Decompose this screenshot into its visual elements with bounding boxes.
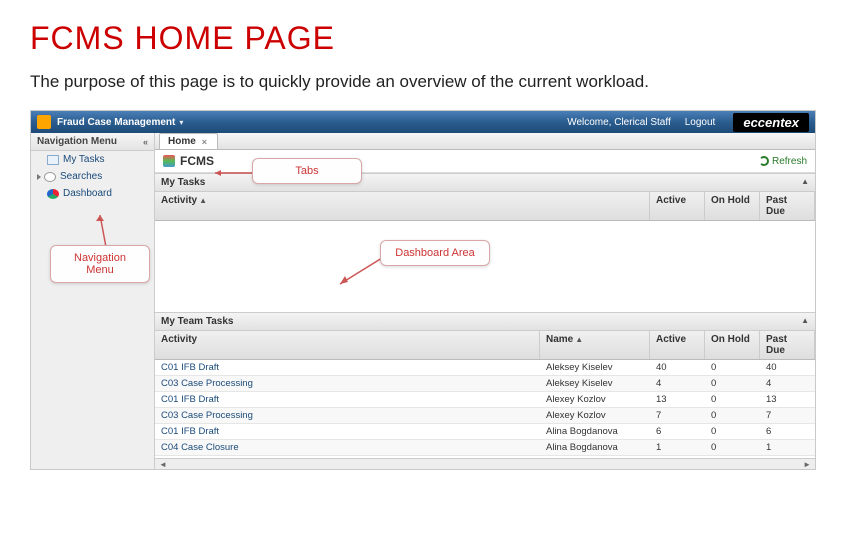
cell-pastdue: 1 — [760, 440, 815, 455]
table-row[interactable]: C03 Case ProcessingAleksey Kiselev404 — [155, 376, 815, 392]
cell-onhold: 0 — [705, 392, 760, 407]
sidebar-item-label: My Tasks — [63, 154, 105, 165]
cell-name: Aleksey Kiselev — [540, 360, 650, 375]
callout-navigation-menu: Navigation Menu — [50, 245, 150, 283]
cell-active: 13 — [650, 392, 705, 407]
col-onhold[interactable]: On Hold — [705, 192, 760, 220]
collapse-panel-icon[interactable]: ▲ — [801, 177, 809, 186]
cell-onhold: 0 — [705, 424, 760, 439]
cell-onhold: 0 — [705, 360, 760, 375]
cell-pastdue: 40 — [760, 360, 815, 375]
teamtasks-panel-header: My Team Tasks ▲ — [155, 312, 815, 331]
cell-activity: C01 IFB Draft — [155, 392, 540, 407]
expand-icon — [37, 174, 41, 180]
sort-asc-icon: ▲ — [575, 335, 583, 344]
sidebar-item-dashboard[interactable]: Dashboard — [31, 185, 154, 202]
col-activity[interactable]: Activity▲ — [155, 192, 650, 220]
cell-active: 6 — [650, 424, 705, 439]
col-label: Name — [546, 334, 573, 345]
cell-activity: C01 IFB Draft — [155, 424, 540, 439]
sidebar-header: Navigation Menu « — [31, 133, 154, 151]
refresh-label: Refresh — [772, 156, 807, 167]
sidebar-item-label: Searches — [60, 171, 102, 182]
cell-active: 1 — [650, 440, 705, 455]
sidebar: Navigation Menu « My Tasks Searches Dash… — [31, 133, 155, 469]
mytasks-grid-header: Activity▲ Active On Hold Past Due — [155, 192, 815, 221]
mytasks-grid-body — [155, 221, 815, 312]
document-title: FCMS HOME PAGE — [30, 20, 816, 57]
cell-pastdue: 7 — [760, 408, 815, 423]
cell-onhold: 0 — [705, 408, 760, 423]
col-activity[interactable]: Activity — [155, 331, 540, 359]
cell-name: Alina Bogdanova — [540, 440, 650, 455]
tab-home[interactable]: Home × — [159, 133, 218, 149]
app-window: Fraud Case Management ▾ Welcome, Clerica… — [30, 110, 816, 470]
callout-tabs: Tabs — [252, 158, 362, 184]
col-pastdue[interactable]: Past Due — [760, 331, 815, 359]
cell-onhold: 0 — [705, 440, 760, 455]
col-pastdue[interactable]: Past Due — [760, 192, 815, 220]
collapse-panel-icon[interactable]: ▲ — [801, 316, 809, 325]
col-active[interactable]: Active — [650, 331, 705, 359]
main-area: Home × FCMS Refresh My Tasks ▲ — [155, 133, 815, 469]
close-icon[interactable]: × — [202, 137, 207, 147]
top-bar: Fraud Case Management ▾ Welcome, Clerica… — [31, 111, 815, 133]
sidebar-item-label: Dashboard — [63, 188, 112, 199]
cell-active: 4 — [650, 376, 705, 391]
teamtasks-title: My Team Tasks — [161, 316, 233, 327]
page-title: FCMS — [180, 154, 214, 168]
cell-activity: C03 Case Processing — [155, 376, 540, 391]
chevron-down-icon[interactable]: ▾ — [179, 118, 183, 127]
cell-name: Aleksey Kiselev — [540, 376, 650, 391]
refresh-icon — [759, 156, 769, 166]
dashboard-icon — [47, 189, 59, 199]
table-row[interactable]: C04 Case ClosureAlina Bogdanova101 — [155, 440, 815, 456]
chart-icon — [163, 155, 175, 167]
sidebar-title: Navigation Menu — [37, 136, 117, 147]
cell-pastdue: 6 — [760, 424, 815, 439]
mytasks-title: My Tasks — [161, 177, 205, 188]
table-row[interactable]: C01 IFB DraftAlina Bogdanova606 — [155, 424, 815, 440]
cell-onhold: 0 — [705, 376, 760, 391]
cell-name: Alexey Kozlov — [540, 392, 650, 407]
logout-link[interactable]: Logout — [685, 117, 716, 128]
horizontal-scrollbar[interactable]: ◄► — [155, 458, 815, 469]
cell-active: 7 — [650, 408, 705, 423]
app-name: Fraud Case Management — [57, 117, 175, 128]
col-active[interactable]: Active — [650, 192, 705, 220]
cell-name: Alexey Kozlov — [540, 408, 650, 423]
col-onhold[interactable]: On Hold — [705, 331, 760, 359]
tab-bar: Home × — [155, 133, 815, 150]
welcome-text: Welcome, Clerical Staff — [567, 117, 671, 128]
refresh-button[interactable]: Refresh — [759, 156, 807, 167]
callout-dashboard-area: Dashboard Area — [380, 240, 490, 266]
col-label: Activity — [161, 195, 197, 206]
cell-pastdue: 13 — [760, 392, 815, 407]
cell-activity: C04 Case Closure — [155, 440, 540, 455]
cell-pastdue: 4 — [760, 376, 815, 391]
cell-activity: C03 Case Processing — [155, 408, 540, 423]
tab-label: Home — [168, 136, 196, 147]
teamtasks-grid-header: Activity Name▲ Active On Hold Past Due — [155, 331, 815, 360]
sidebar-item-my-tasks[interactable]: My Tasks — [31, 151, 154, 168]
tasks-icon — [47, 155, 59, 165]
home-icon[interactable] — [37, 115, 51, 129]
table-row[interactable]: C01 IFB DraftAleksey Kiselev40040 — [155, 360, 815, 376]
document-description: The purpose of this page is to quickly p… — [30, 72, 816, 92]
cell-active: 40 — [650, 360, 705, 375]
cell-activity: C01 IFB Draft — [155, 360, 540, 375]
table-row[interactable]: C01 IFB DraftAlexey Kozlov13013 — [155, 392, 815, 408]
teamtasks-grid-body[interactable]: C01 IFB DraftAleksey Kiselev40040C03 Cas… — [155, 360, 815, 458]
brand-logo: eccentex — [733, 113, 809, 132]
sort-asc-icon: ▲ — [199, 196, 207, 205]
table-row[interactable]: C03 Case ProcessingAlexey Kozlov707 — [155, 408, 815, 424]
cell-name: Alina Bogdanova — [540, 424, 650, 439]
collapse-icon[interactable]: « — [143, 137, 148, 147]
search-icon — [44, 172, 56, 182]
col-name[interactable]: Name▲ — [540, 331, 650, 359]
sidebar-item-searches[interactable]: Searches — [31, 168, 154, 185]
